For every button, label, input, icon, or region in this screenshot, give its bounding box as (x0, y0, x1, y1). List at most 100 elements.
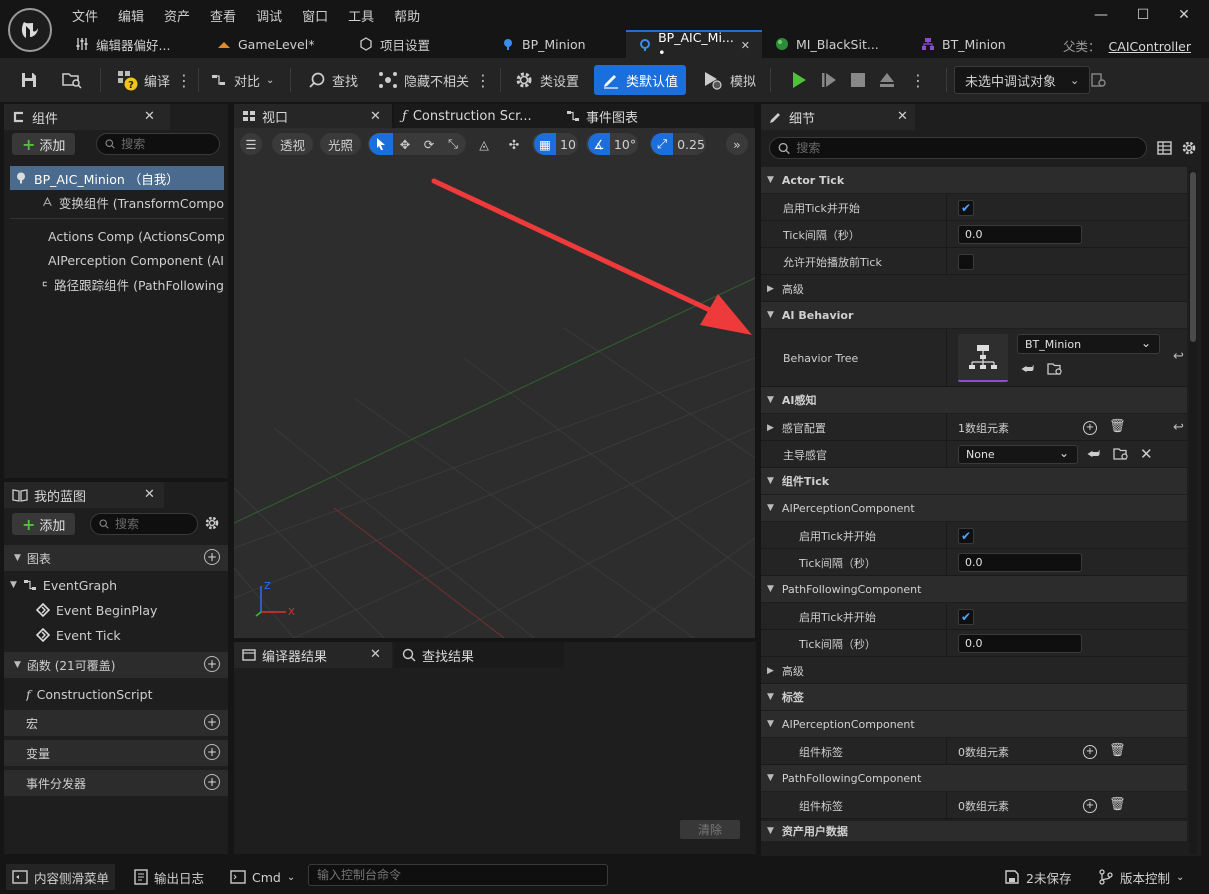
tab-project-settings[interactable]: 项目设置 (346, 30, 488, 58)
details-search-input[interactable] (796, 141, 1146, 155)
close-components-icon[interactable]: ✕ (144, 109, 155, 124)
play-button[interactable] (782, 65, 816, 95)
parent-class-link[interactable]: CAIController (1109, 39, 1191, 54)
perspective-button[interactable]: 透视 (272, 133, 314, 155)
tab-editor-preferences[interactable]: 编辑器偏好... (62, 30, 204, 58)
menu-file[interactable]: 文件 (62, 6, 108, 25)
add-function-icon[interactable]: + (204, 656, 220, 672)
scrollbar-thumb[interactable] (1190, 172, 1196, 342)
ai-perception-tick-interval-field[interactable]: 0.0 (958, 553, 1082, 572)
surface-snap-button[interactable]: ✣ (502, 133, 526, 155)
asset-user-data-section[interactable]: ▼ 资产用户数据 (761, 821, 1187, 841)
class-settings-button[interactable]: 类设置 (506, 65, 587, 95)
minimize-button[interactable]: — (1083, 4, 1119, 26)
add-macro-icon[interactable]: + (204, 714, 220, 730)
compiler-results-tab[interactable]: 编译器结果 (234, 642, 392, 668)
component-item-self[interactable]: BP_AIC_Minion （自我） (10, 166, 224, 190)
grid-snap-button[interactable]: ▦ 10 (532, 133, 578, 155)
menu-tools[interactable]: 工具 (338, 6, 384, 25)
eject-button[interactable] (870, 65, 904, 95)
clear-icon[interactable]: ✕ (1140, 445, 1153, 463)
find-button[interactable]: 查找 (300, 65, 366, 95)
step-button[interactable] (812, 65, 846, 95)
tags-section[interactable]: ▼ 标签 (761, 684, 1187, 710)
content-drawer-button[interactable]: 内容侧滑菜单 (6, 864, 116, 890)
my-blueprint-search-input[interactable] (115, 517, 197, 531)
advanced-row[interactable]: ▶ 高级 (761, 275, 1187, 302)
menu-debug[interactable]: 调试 (246, 6, 292, 25)
maximize-button[interactable]: ☐ (1125, 4, 1161, 26)
add-element-icon[interactable]: + (1083, 744, 1097, 759)
play-options-button[interactable]: ⋮ (902, 65, 934, 95)
debug-find-button[interactable] (1082, 65, 1116, 95)
move-tool-icon[interactable]: ✥ (393, 137, 417, 152)
console-command-input[interactable] (317, 868, 607, 882)
add-element-icon[interactable]: + (1083, 420, 1097, 435)
menu-window[interactable]: 窗口 (292, 6, 338, 25)
component-item-path-following[interactable]: 路径跟踪组件 (PathFollowing (42, 272, 224, 296)
menu-help[interactable]: 帮助 (384, 6, 430, 25)
use-selected-asset-icon[interactable]: ⮨ (1087, 446, 1100, 462)
cmd-selector[interactable]: Cmd ⌄ (224, 864, 301, 890)
ai-perception-section[interactable]: ▼ AI感知 (761, 387, 1187, 413)
components-search[interactable] (96, 133, 220, 155)
expand-arrow-icon[interactable]: ▶ (767, 423, 774, 433)
component-item-transform[interactable]: 变换组件 (TransformCompo (42, 190, 224, 214)
table-view-icon[interactable] (1157, 141, 1172, 158)
close-details-icon[interactable]: ✕ (897, 109, 908, 124)
diff-button[interactable]: 对比 ⌄ (202, 65, 282, 95)
close-tab-icon[interactable]: ✕ (741, 39, 750, 52)
lit-button[interactable]: 光照 (320, 133, 362, 155)
close-viewport-icon[interactable]: ✕ (370, 109, 381, 124)
trash-icon[interactable]: 🗑 (1109, 419, 1126, 434)
add-graph-icon[interactable]: + (204, 549, 220, 565)
menu-asset[interactable]: 资产 (154, 6, 200, 25)
class-defaults-button[interactable]: 类默认值 (594, 65, 686, 95)
add-member-button[interactable]: + 添加 (12, 513, 76, 535)
component-tick-section[interactable]: ▼ 组件Tick (761, 468, 1187, 494)
tab-bt-minion[interactable]: BT_Minion (908, 30, 1038, 58)
clear-button[interactable]: 清除 (680, 820, 740, 839)
output-log-button[interactable]: 输出日志 (128, 864, 210, 890)
rotate-tool-icon[interactable]: ⟳ (417, 137, 441, 152)
event-graph-tab[interactable]: 事件图表 (558, 104, 754, 128)
tags-ai-perception-subsection[interactable]: ▼ AIPerceptionComponent (761, 711, 1187, 737)
component-item-ai-perception[interactable]: AIPerception Component (AI (42, 248, 224, 272)
rotation-snap-button[interactable]: ∡ 10° (586, 133, 638, 155)
close-compiler-results-icon[interactable]: ✕ (370, 647, 381, 662)
simulate-button[interactable]: 模拟 (694, 65, 764, 95)
viewport-more-button[interactable]: » (726, 133, 748, 155)
debug-object-dropdown[interactable]: 未选中调试对象 ⌄ (954, 66, 1091, 94)
select-tool-icon[interactable] (369, 133, 393, 155)
details-scrollbar[interactable] (1189, 170, 1197, 854)
find-results-tab[interactable]: 查找结果 (394, 642, 564, 668)
event-begin-play-item[interactable]: Event BeginPlay (36, 598, 157, 622)
compile-button[interactable]: ? 编译 ⋮ (108, 65, 200, 95)
construction-script-item[interactable]: ƒ ConstructionScript (26, 682, 153, 706)
viewport-menu-button[interactable]: ☰ (240, 133, 262, 155)
save-button[interactable] (12, 65, 46, 95)
details-search[interactable] (769, 137, 1147, 159)
ai-behavior-section[interactable]: ▼ AI Behavior (761, 302, 1187, 328)
component-item-actions-comp[interactable]: Actions Comp (ActionsComp (42, 224, 224, 248)
components-search-input[interactable] (121, 137, 219, 151)
compile-options-icon[interactable]: ⋮ (176, 71, 192, 90)
dispatchers-section[interactable]: 事件分发器 + (4, 770, 228, 796)
my-blueprint-tab[interactable]: 我的蓝图 (4, 482, 164, 508)
path-following-start-tick-checkbox[interactable]: ✔ (958, 608, 974, 625)
details-tab[interactable]: 细节 (761, 104, 915, 130)
graphs-section[interactable]: ▼ 图表 + (4, 545, 228, 571)
gear-icon[interactable] (204, 515, 220, 534)
tab-bp-aic-minion[interactable]: BP_AIC_Mi... • ✕ (626, 30, 762, 60)
tab-mi-blacksit[interactable]: MI_BlackSit... (762, 30, 908, 58)
hide-unrelated-options-icon[interactable]: ⋮ (475, 71, 491, 90)
path-following-component-subsection[interactable]: ▼ PathFollowingComponent (761, 576, 1187, 602)
reset-to-default-icon[interactable]: ↩ (1173, 420, 1184, 435)
unreal-logo-icon[interactable] (8, 8, 52, 52)
viewport[interactable]: Z X ☰ 透视 光照 ✥ ⟳ ⤡ ◬ ✣ ▦ 10 ∡ 10° ⤢ 0.25 … (234, 128, 755, 638)
construction-script-tab[interactable]: ƒ Construction Scr... (394, 104, 558, 128)
trash-icon[interactable]: 🗑 (1109, 797, 1126, 812)
browse-asset-icon[interactable] (1047, 362, 1063, 379)
event-tick-item[interactable]: Event Tick (36, 623, 121, 647)
start-with-tick-checkbox[interactable]: ✔ (958, 199, 974, 216)
